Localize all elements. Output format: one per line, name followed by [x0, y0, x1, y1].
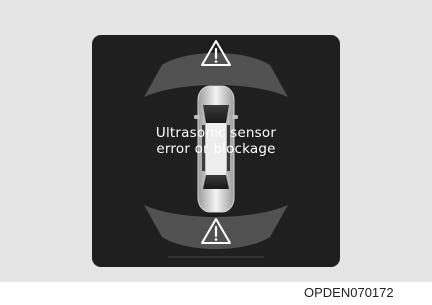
warning-message-line-1: Ultrasonic sensor — [155, 125, 277, 141]
figure-panel: Ultrasonic sensor error or blockage — [0, 0, 432, 282]
warning-message-line-2: error or blockage — [156, 141, 276, 157]
figure-code: OPDEN070172 — [304, 285, 394, 300]
warning-message: Ultrasonic sensor error or blockage — [92, 125, 340, 157]
cluster-display: Ultrasonic sensor error or blockage — [92, 35, 340, 267]
